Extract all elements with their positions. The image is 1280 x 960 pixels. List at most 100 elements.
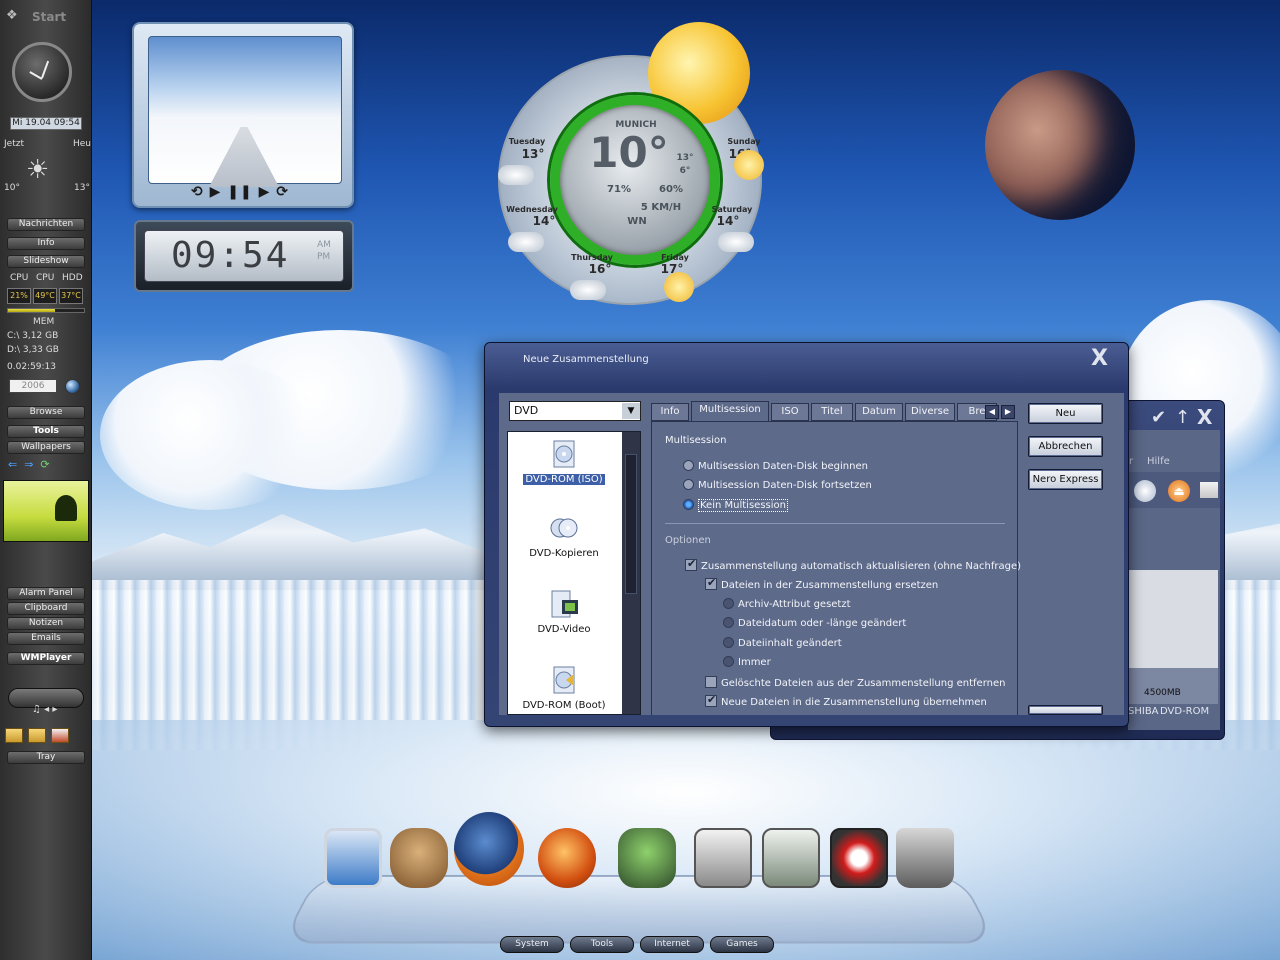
check-add-new[interactable]: Neue Dateien in die Zusammenstellung übe… bbox=[705, 693, 987, 708]
checkbox[interactable] bbox=[685, 557, 697, 571]
tools-button[interactable]: Tools bbox=[7, 425, 85, 438]
radio-no-multisession[interactable]: Kein Multisession bbox=[683, 499, 788, 512]
disc-info-icon[interactable] bbox=[1134, 480, 1156, 502]
radio-always[interactable]: Immer bbox=[723, 656, 771, 668]
cpu-label: CPU bbox=[10, 273, 29, 283]
up-arrow-icon[interactable]: ↑ bbox=[1175, 407, 1190, 428]
option-label: Dateien in der Zusammenstellung ersetzen bbox=[721, 580, 939, 591]
radio-content-changed[interactable]: Dateiinhalt geändert bbox=[723, 637, 842, 649]
list-scrollbar[interactable] bbox=[622, 432, 640, 714]
disc-type-select[interactable]: DVD ▼ bbox=[509, 401, 641, 421]
firefox-icon[interactable] bbox=[454, 812, 524, 886]
folder-icon[interactable] bbox=[1200, 482, 1218, 498]
radio-button[interactable] bbox=[683, 460, 694, 471]
compilation-type-list[interactable]: DVD-ROM (ISO) DVD-Kopieren DVD-Video DVD… bbox=[507, 431, 641, 715]
dock-tab-system[interactable]: System bbox=[500, 936, 564, 953]
check-replace-files[interactable]: Dateien in der Zusammenstellung ersetzen bbox=[705, 576, 939, 591]
emule-icon[interactable] bbox=[390, 828, 448, 888]
slideshow-image[interactable] bbox=[148, 36, 342, 187]
nero-express-button[interactable]: Nero Express bbox=[1028, 469, 1103, 490]
hard-drive-icon[interactable] bbox=[762, 828, 820, 888]
checkbox[interactable] bbox=[705, 676, 717, 688]
forecast-temp: 14° bbox=[716, 214, 740, 228]
chevron-down-icon[interactable]: ▼ bbox=[622, 403, 640, 419]
orb-button[interactable] bbox=[65, 379, 80, 394]
dock-tab-games[interactable]: Games bbox=[710, 936, 774, 953]
multisession-group-label: Multisession bbox=[665, 435, 727, 446]
cancel-button[interactable]: Abbrechen bbox=[1028, 436, 1103, 457]
menu-item-help[interactable]: Hilfe bbox=[1147, 456, 1170, 467]
radio-button[interactable] bbox=[723, 637, 734, 648]
list-item-dvd-rom-iso[interactable]: DVD-ROM (ISO) bbox=[508, 438, 620, 485]
check-icon[interactable]: ✔ bbox=[1151, 407, 1166, 428]
tab-title[interactable]: Titel bbox=[811, 403, 853, 421]
emails-button[interactable]: Emails bbox=[7, 632, 85, 645]
tab-info[interactable]: Info bbox=[651, 403, 689, 421]
shutdown-icon[interactable] bbox=[830, 828, 888, 888]
radio-button[interactable] bbox=[683, 479, 694, 490]
hard-drive-icon[interactable] bbox=[694, 828, 752, 888]
tab-multisession[interactable]: Multisession bbox=[691, 401, 769, 422]
refresh-icon[interactable]: ⟳ bbox=[40, 458, 49, 471]
bird-icon[interactable] bbox=[618, 828, 676, 888]
radio-button[interactable] bbox=[723, 617, 734, 628]
start-button[interactable]: Start bbox=[6, 6, 86, 28]
radio-date-length[interactable]: Dateidatum oder -länge geändert bbox=[723, 617, 906, 629]
list-item-dvd-rom-boot[interactable]: DVD-ROM (Boot) bbox=[508, 664, 620, 711]
news-button[interactable]: Nachrichten bbox=[7, 218, 85, 231]
weather-high: 13° bbox=[676, 153, 694, 163]
more-button[interactable] bbox=[1028, 705, 1103, 715]
option-label: Zusammenstellung automatisch aktualisier… bbox=[701, 561, 1022, 572]
year-input[interactable]: 2006 bbox=[9, 379, 57, 393]
tab-misc[interactable]: Diverse bbox=[905, 403, 955, 421]
app-icon[interactable] bbox=[51, 728, 69, 743]
recycle-bin-icon[interactable] bbox=[896, 828, 954, 888]
memory-bar bbox=[7, 308, 85, 313]
dock-tab-tools[interactable]: Tools bbox=[570, 936, 634, 953]
radio-button[interactable] bbox=[723, 656, 734, 667]
radio-button[interactable] bbox=[683, 499, 694, 510]
option-label: Immer bbox=[738, 657, 771, 668]
drive-d: D:\ 3,33 GB bbox=[7, 345, 59, 355]
info-button[interactable]: Info bbox=[7, 237, 85, 250]
wallpapers-button[interactable]: Wallpapers bbox=[7, 441, 85, 454]
scrollbar-thumb[interactable] bbox=[625, 454, 637, 594]
new-button[interactable]: Neu bbox=[1028, 403, 1103, 424]
notes-button[interactable]: Notizen bbox=[7, 617, 85, 630]
disc-video-icon bbox=[551, 590, 578, 618]
slideshow-controls[interactable]: ⟲ ▶ ❚❚ ▶ ⟳ bbox=[191, 184, 289, 200]
tab-scroll-left[interactable]: ◀ bbox=[985, 405, 999, 419]
radio-button[interactable] bbox=[723, 598, 734, 609]
folder-icon[interactable] bbox=[5, 728, 23, 743]
folder-icon[interactable] bbox=[28, 728, 46, 743]
clipboard-button[interactable]: Clipboard bbox=[7, 602, 85, 615]
my-computer-icon[interactable] bbox=[324, 828, 382, 888]
tab-iso[interactable]: ISO bbox=[771, 403, 809, 421]
wmplayer-button[interactable]: WMPlayer bbox=[7, 652, 85, 665]
slideshow-button[interactable]: Slideshow bbox=[7, 255, 85, 268]
radio-start-multisession[interactable]: Multisession Daten-Disk beginnen bbox=[683, 460, 868, 472]
tray-button[interactable]: Tray bbox=[7, 751, 85, 764]
browse-button[interactable]: Browse bbox=[7, 406, 85, 419]
dock-tab-internet[interactable]: Internet bbox=[640, 936, 704, 953]
checkbox[interactable] bbox=[705, 693, 717, 707]
menu-item-prev[interactable]: r bbox=[1129, 456, 1133, 467]
checkbox[interactable] bbox=[705, 576, 717, 590]
close-icon[interactable]: X bbox=[1091, 346, 1108, 371]
alarm-panel-button[interactable]: Alarm Panel bbox=[7, 587, 85, 600]
eject-icon[interactable]: ⏏ bbox=[1168, 480, 1190, 502]
radio-continue-multisession[interactable]: Multisession Daten-Disk fortsetzen bbox=[683, 479, 872, 491]
digital-clock-face: 09:54 AM PM bbox=[144, 230, 344, 282]
tab-scroll-right[interactable]: ▶ bbox=[1001, 405, 1015, 419]
close-icon[interactable]: X bbox=[1197, 405, 1212, 429]
sun-cloud-icon bbox=[734, 150, 764, 180]
tab-date[interactable]: Datum bbox=[855, 403, 903, 421]
sun-cloud-icon bbox=[664, 272, 694, 302]
list-item-dvd-video[interactable]: DVD-Video bbox=[508, 588, 620, 635]
arrow-icons[interactable]: ⇐ ⇒ ⟳ bbox=[8, 458, 50, 471]
check-remove-deleted[interactable]: Gelöschte Dateien aus der Zusammenstellu… bbox=[705, 676, 1005, 689]
check-auto-update[interactable]: Zusammenstellung automatisch aktualisier… bbox=[685, 557, 1022, 572]
radio-archive-attr[interactable]: Archiv-Attribut gesetzt bbox=[723, 598, 851, 610]
thunderbird-icon[interactable] bbox=[538, 828, 596, 888]
list-item-dvd-copy[interactable]: DVD-Kopieren bbox=[508, 512, 620, 559]
